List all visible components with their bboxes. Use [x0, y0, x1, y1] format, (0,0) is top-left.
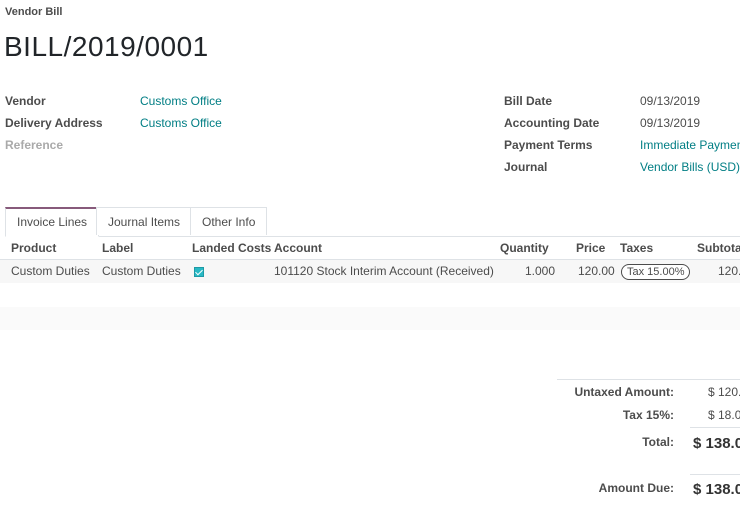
- delivery-address-value-link[interactable]: Customs Office: [140, 113, 222, 133]
- row-quantity: 1.000: [525, 264, 556, 278]
- totals-separator: [557, 379, 740, 380]
- reference-field: Reference: [5, 135, 305, 155]
- journal-field: Journal Vendor Bills (USD): [504, 157, 740, 177]
- delivery-address-field: Delivery Address Customs Office: [5, 113, 305, 133]
- notebook-tabs: Invoice Lines Journal Items Other Info: [5, 207, 740, 237]
- payment-terms-field: Payment Terms Immediate Payment: [504, 135, 740, 155]
- amount-due-row: Amount Due: $ 138.00: [0, 478, 740, 498]
- reference-input[interactable]: [140, 135, 290, 155]
- row-product: Custom Duties: [11, 264, 90, 278]
- tab-journal-items[interactable]: Journal Items: [96, 207, 193, 235]
- tab-invoice-lines[interactable]: Invoice Lines: [5, 207, 100, 237]
- vendor-field: Vendor Customs Office: [5, 91, 305, 111]
- column-taxes[interactable]: Taxes: [620, 237, 653, 259]
- row-subtotal: 120.00: [718, 264, 740, 278]
- column-product[interactable]: Product: [11, 237, 56, 259]
- accounting-date-label: Accounting Date: [504, 116, 600, 130]
- total-label: Total:: [642, 435, 674, 449]
- empty-table-row: [0, 307, 740, 330]
- payment-terms-label: Payment Terms: [504, 138, 593, 152]
- vendor-value-link[interactable]: Customs Office: [140, 91, 222, 111]
- column-landed-costs[interactable]: Landed Costs: [192, 237, 271, 259]
- tax-label: Tax 15%:: [622, 408, 674, 422]
- total-value: $ 138.00: [693, 435, 740, 452]
- untaxed-amount-label: Untaxed Amount:: [574, 385, 674, 399]
- invoice-lines-header: Product Label Landed Costs Account Quant…: [0, 237, 740, 260]
- tax-row: Tax 15%: $ 18.00: [0, 405, 740, 425]
- accounting-date-value[interactable]: 09/13/2019: [640, 113, 700, 133]
- journal-value-link[interactable]: Vendor Bills (USD): [640, 157, 740, 177]
- tab-other-info[interactable]: Other Info: [190, 207, 268, 235]
- table-row[interactable]: Custom Duties Custom Duties 101120 Stock…: [0, 260, 740, 283]
- column-label[interactable]: Label: [102, 237, 133, 259]
- column-account[interactable]: Account: [274, 237, 322, 259]
- tax-tag: Tax 15.00%: [621, 264, 691, 280]
- column-quantity[interactable]: Quantity: [500, 237, 549, 259]
- reference-label: Reference: [5, 138, 64, 152]
- payment-terms-value-link[interactable]: Immediate Payment: [640, 135, 740, 155]
- row-account: 101120 Stock Interim Account (Received): [274, 264, 494, 278]
- untaxed-amount-row: Untaxed Amount: $ 120.00: [0, 382, 740, 402]
- bill-number-title: BILL/2019/0001: [4, 31, 209, 62]
- amount-due-value: $ 138.00: [693, 481, 740, 498]
- landed-costs-checkbox[interactable]: [194, 267, 204, 277]
- bill-date-value[interactable]: 09/13/2019: [640, 91, 700, 111]
- total-row: Total: $ 138.00: [0, 432, 740, 452]
- column-price[interactable]: Price: [576, 237, 605, 259]
- row-price: 120.00: [578, 264, 615, 278]
- vendor-label: Vendor: [5, 94, 46, 108]
- bill-date-label: Bill Date: [504, 94, 553, 108]
- tax-value: $ 18.00: [708, 408, 740, 422]
- amount-due-label: Amount Due:: [598, 481, 674, 495]
- vendor-bill-form: Vendor Bill BILL/2019/0001 Vendor Custom…: [0, 0, 740, 512]
- journal-label: Journal: [504, 160, 548, 174]
- amount-due-separator: [690, 474, 740, 475]
- untaxed-amount-value: $ 120.00: [708, 385, 740, 399]
- document-type-label: Vendor Bill: [5, 6, 63, 18]
- column-subtotal[interactable]: Subtotal: [697, 237, 740, 259]
- delivery-address-label: Delivery Address: [5, 116, 103, 130]
- row-label: Custom Duties: [102, 264, 181, 278]
- total-separator: [690, 427, 740, 428]
- accounting-date-field: Accounting Date 09/13/2019: [504, 113, 740, 133]
- bill-date-field: Bill Date 09/13/2019: [504, 91, 740, 111]
